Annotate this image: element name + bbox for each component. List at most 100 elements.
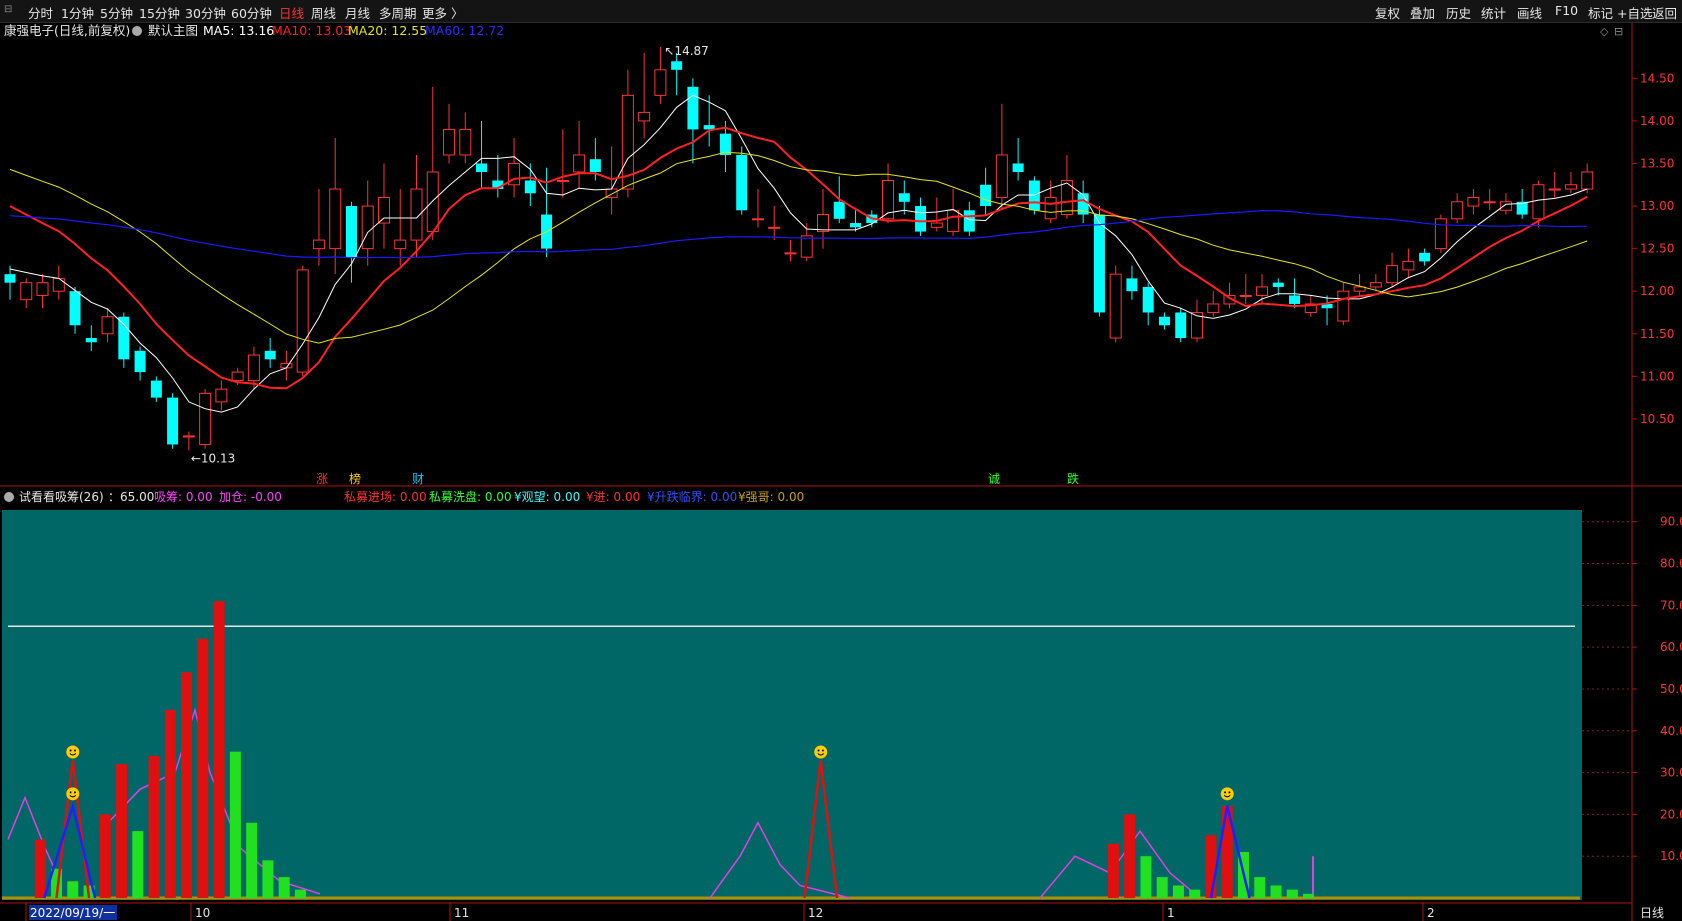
candle-body[interactable] <box>556 179 569 182</box>
candle-body[interactable] <box>638 111 651 122</box>
candle-body[interactable] <box>1256 286 1269 296</box>
candle-body[interactable] <box>1467 197 1480 207</box>
candle-body[interactable] <box>1142 286 1154 313</box>
candle-body[interactable] <box>751 218 764 221</box>
candle-body[interactable] <box>459 128 472 156</box>
candle-body[interactable] <box>963 210 975 232</box>
candle-body[interactable] <box>1158 316 1170 326</box>
candle-body[interactable] <box>1369 282 1382 288</box>
red-bar[interactable] <box>197 638 209 898</box>
candle-body[interactable] <box>345 206 357 258</box>
green-bar[interactable] <box>278 877 290 898</box>
green-bar[interactable] <box>1286 889 1298 898</box>
candle-body[interactable] <box>394 239 407 250</box>
indicator-name[interactable]: 试看看吸筹(26) <box>19 489 104 504</box>
event-marker[interactable]: 涨 <box>316 471 328 486</box>
event-marker[interactable]: 诚 <box>988 472 1000 486</box>
event-marker[interactable]: 榜 <box>349 471 361 486</box>
candle-body[interactable] <box>817 214 829 233</box>
green-bar[interactable] <box>1156 877 1168 898</box>
candle-body[interactable] <box>930 222 943 228</box>
candle-body[interactable] <box>915 206 927 232</box>
candle-body[interactable] <box>215 388 228 403</box>
event-marker[interactable]: 财 <box>412 472 424 486</box>
candle-body[interactable] <box>589 159 601 172</box>
period-indicator[interactable]: 日线 <box>1640 906 1664 920</box>
candle-body[interactable] <box>426 171 439 233</box>
candle-body[interactable] <box>784 252 797 255</box>
candle-body[interactable] <box>1126 278 1138 292</box>
green-bar[interactable] <box>246 822 258 898</box>
red-bar[interactable] <box>116 764 128 898</box>
candle-body[interactable] <box>1451 201 1464 220</box>
candle-body[interactable] <box>654 69 667 96</box>
stock-name[interactable]: 康强电子(日线,前复权) <box>4 23 130 38</box>
candle-body[interactable] <box>377 197 390 224</box>
candle-body[interactable] <box>118 316 130 360</box>
red-bar[interactable] <box>1107 843 1119 898</box>
candle-body[interactable] <box>898 193 910 202</box>
green-bar[interactable] <box>1140 856 1152 898</box>
settings-icon[interactable] <box>132 26 142 36</box>
candle-body[interactable] <box>1386 265 1399 284</box>
green-bar[interactable] <box>1172 885 1184 898</box>
candle-body[interactable] <box>1207 303 1220 313</box>
candle-body[interactable] <box>1483 201 1496 204</box>
candle-body[interactable] <box>36 282 49 296</box>
green-bar[interactable] <box>1270 885 1282 898</box>
candle-body[interactable] <box>4 274 16 283</box>
sub-settings-icon[interactable] <box>4 492 14 502</box>
candle-body[interactable] <box>947 209 960 233</box>
red-bar[interactable] <box>148 755 160 898</box>
candle-body[interactable] <box>671 61 683 70</box>
green-bar[interactable] <box>294 889 306 898</box>
candle-body[interactable] <box>20 282 33 301</box>
chart-canvas[interactable]: 14.50 14.00 13.50 13.00 12.50 12.00 11.50 11.00… <box>0 0 1682 921</box>
candle-body[interactable] <box>1289 295 1301 304</box>
red-bar[interactable] <box>1124 814 1136 898</box>
candle-body[interactable] <box>361 205 374 250</box>
candle-body[interactable] <box>1434 218 1447 250</box>
red-bar[interactable] <box>213 601 225 898</box>
candle-body[interactable] <box>443 128 456 156</box>
green-bar[interactable] <box>1254 877 1266 898</box>
candle-body[interactable] <box>1175 312 1187 339</box>
candle-body[interactable] <box>1402 260 1415 271</box>
candle-body[interactable] <box>264 350 276 360</box>
green-bar[interactable] <box>1189 889 1201 898</box>
candle-body[interactable] <box>312 239 325 250</box>
green-bar[interactable] <box>67 881 79 898</box>
template-name[interactable]: 默认主图 <box>148 23 198 38</box>
candle-body[interactable] <box>800 235 813 258</box>
candle-body[interactable] <box>736 154 748 211</box>
candle-body[interactable] <box>231 371 244 382</box>
candle-body[interactable] <box>980 184 992 207</box>
candle-body[interactable] <box>199 392 212 445</box>
candle-body[interactable] <box>1012 163 1024 172</box>
candle-body[interactable] <box>768 226 781 229</box>
candle-body[interactable] <box>1581 171 1594 190</box>
green-bar[interactable] <box>229 751 241 898</box>
candle-body[interactable] <box>167 397 179 445</box>
candle-body[interactable] <box>329 188 342 250</box>
red-bar[interactable] <box>34 839 46 898</box>
candle-body[interactable] <box>1564 184 1577 190</box>
candle-body[interactable] <box>476 163 488 172</box>
candle-body[interactable] <box>134 350 146 373</box>
candle-body[interactable] <box>1109 273 1122 339</box>
candle-body[interactable] <box>524 180 536 194</box>
candle-body[interactable] <box>247 354 260 382</box>
close-icon[interactable]: ⊟ <box>1614 25 1623 38</box>
candle-body[interactable] <box>573 154 586 173</box>
candle-body[interactable] <box>1239 294 1252 297</box>
main-chart-area[interactable] <box>0 23 1631 485</box>
candle-body[interactable] <box>52 277 65 292</box>
event-marker[interactable]: 跌 <box>1067 471 1079 486</box>
candle-body[interactable] <box>85 338 97 343</box>
red-bar[interactable] <box>181 672 193 898</box>
expand-icon[interactable]: ◇ <box>1600 25 1609 38</box>
candle-body[interactable] <box>833 201 845 219</box>
red-bar[interactable] <box>1205 835 1217 898</box>
candle-body[interactable] <box>1337 290 1350 322</box>
green-bar[interactable] <box>132 831 144 898</box>
